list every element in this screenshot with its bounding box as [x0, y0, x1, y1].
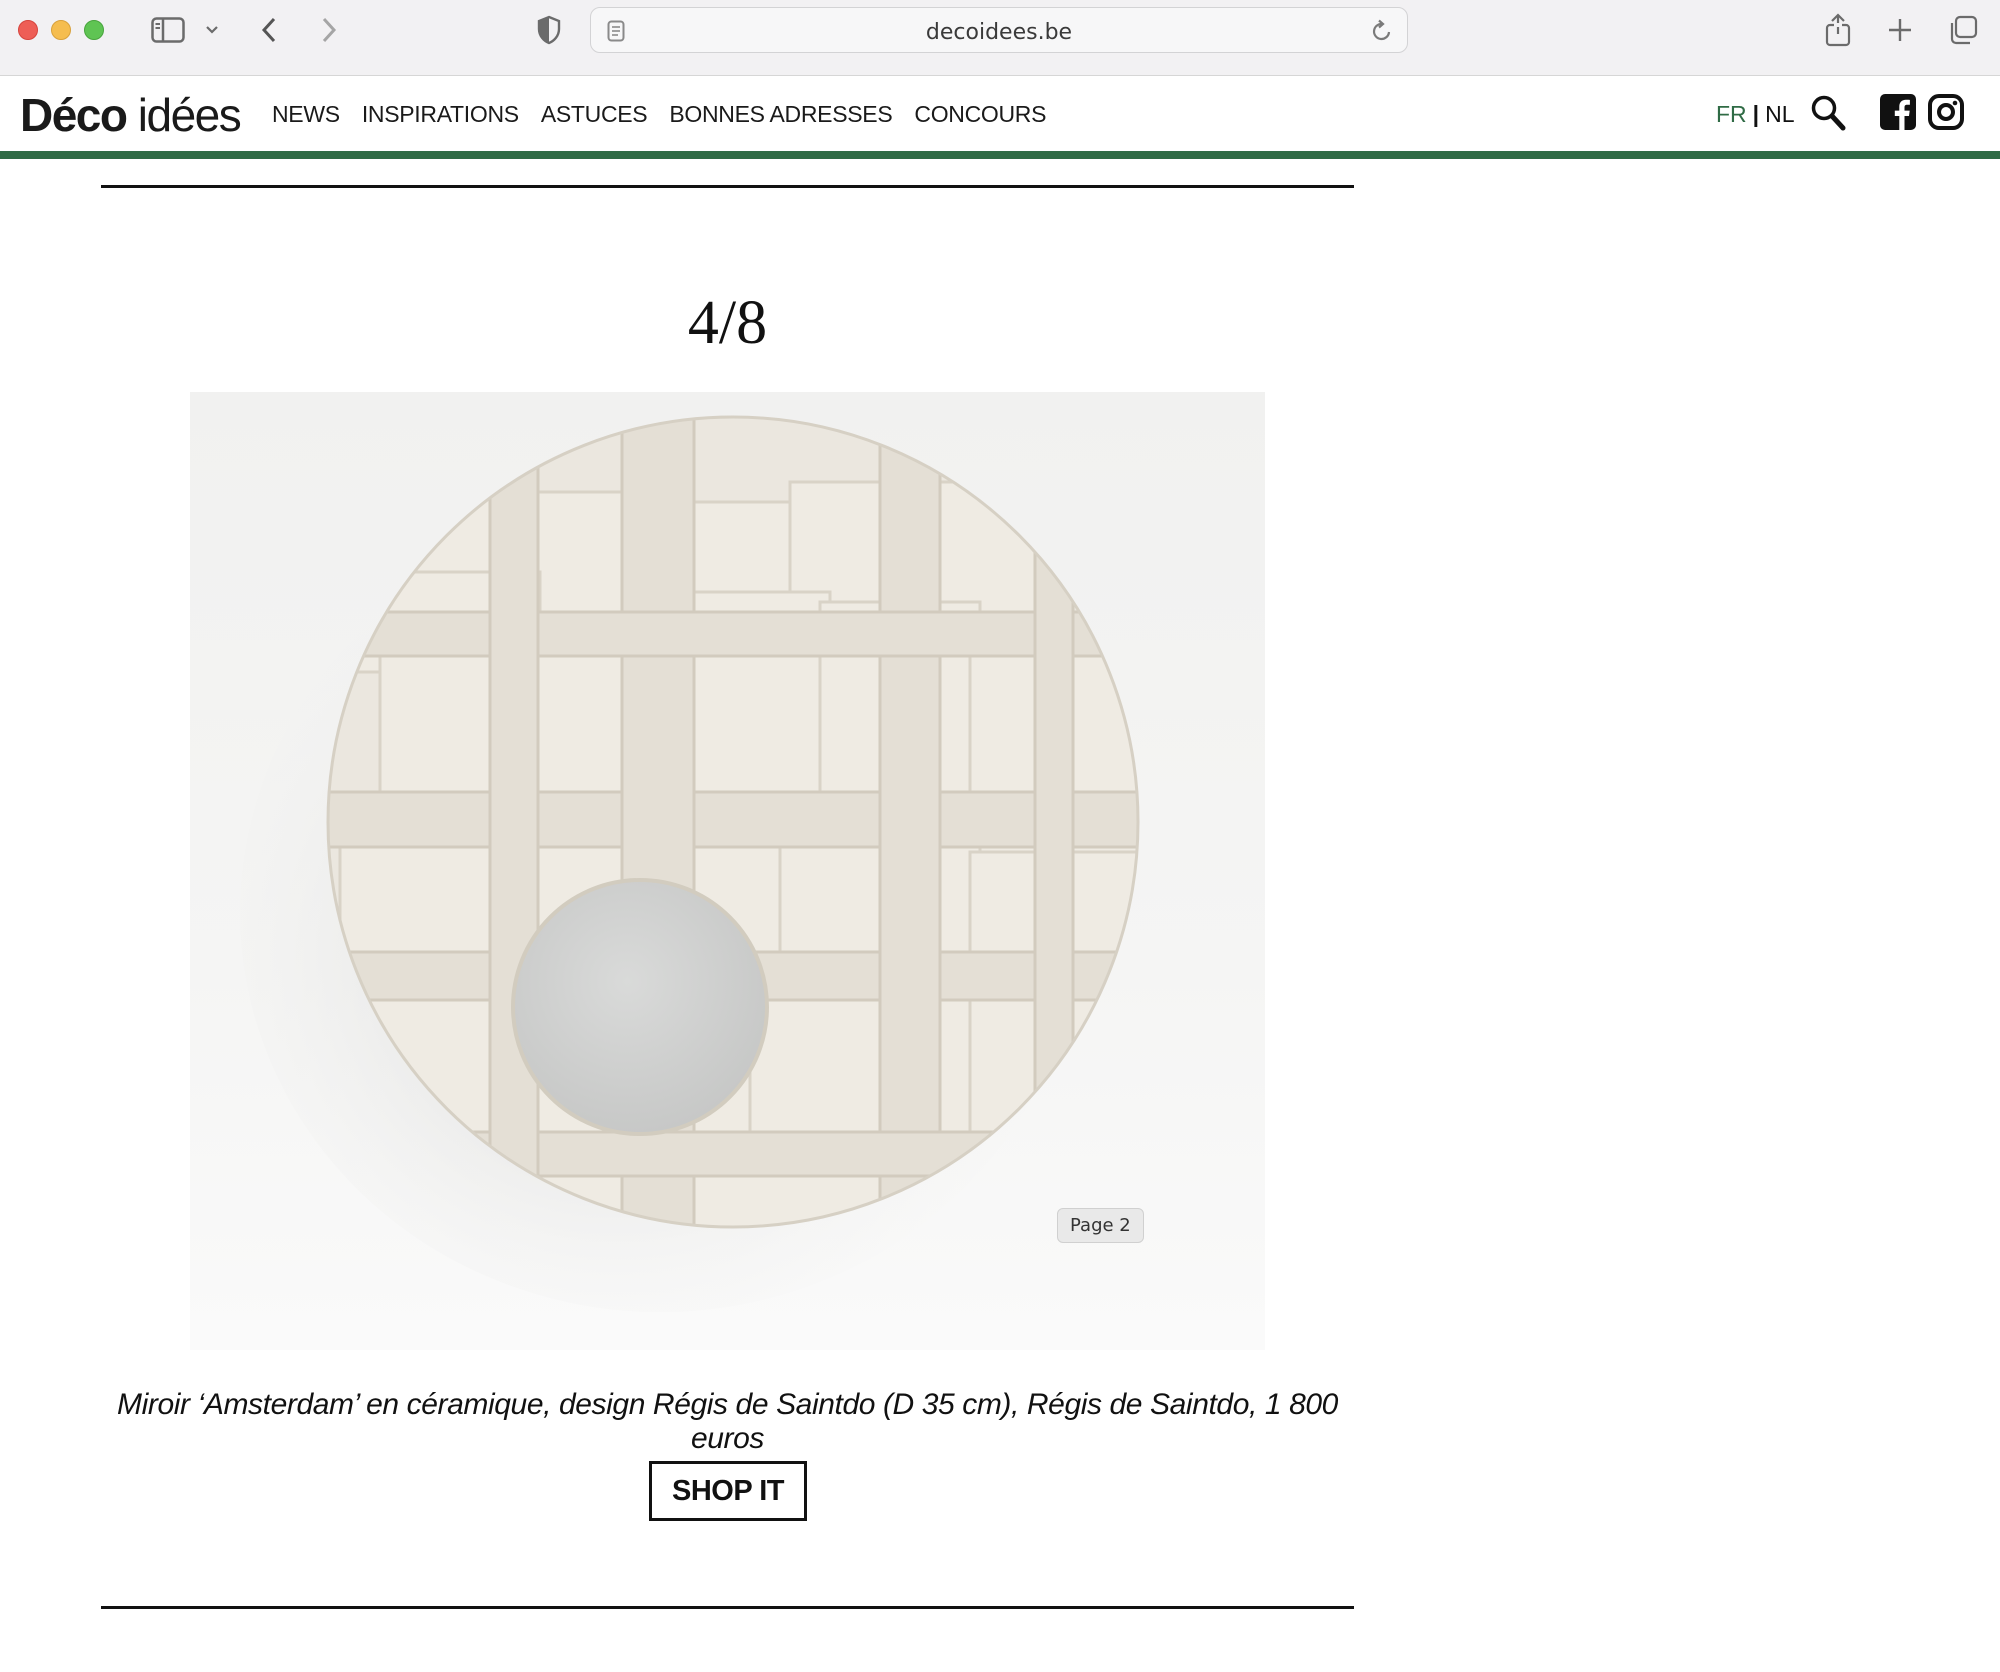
nav-astuces[interactable]: ASTUCES — [541, 101, 648, 128]
sidebar-toggle-icon[interactable] — [148, 10, 188, 50]
zoom-window-button[interactable] — [84, 20, 104, 40]
logo-bold-text: Déco — [20, 89, 128, 141]
bottom-divider — [101, 1606, 1354, 1609]
nav-inspirations[interactable]: INSPIRATIONS — [362, 101, 519, 128]
privacy-shield-icon[interactable] — [533, 10, 565, 50]
site-logo[interactable]: Déco idées — [20, 88, 242, 142]
reload-icon[interactable] — [1371, 19, 1393, 48]
product-image[interactable] — [190, 392, 1265, 1350]
header-accent-bar — [0, 151, 2000, 159]
lang-fr[interactable]: FR — [1716, 101, 1747, 127]
url-text: decoidees.be — [925, 20, 1073, 45]
facebook-icon[interactable] — [1880, 94, 1916, 135]
address-bar[interactable]: decoidees.be — [590, 7, 1408, 53]
browser-toolbar: decoidees.be — [0, 0, 2000, 76]
logo-light-text: idées — [137, 89, 242, 141]
slide-counter: 4/8 — [687, 289, 768, 357]
lang-nl[interactable]: NL — [1765, 101, 1794, 127]
minimize-window-button[interactable] — [51, 20, 71, 40]
close-window-button[interactable] — [18, 20, 38, 40]
forward-icon[interactable] — [314, 10, 344, 50]
shop-it-button[interactable]: SHOP IT — [649, 1461, 807, 1521]
search-icon[interactable] — [1810, 94, 1846, 137]
page-badge: Page 2 — [1057, 1208, 1144, 1243]
slide-caption: Miroir ‘Amsterdam’ en céramique, design … — [117, 1388, 1338, 1455]
lang-separator: | — [1752, 101, 1760, 127]
language-switcher: FR | NL — [1716, 101, 1795, 128]
chevron-down-icon[interactable] — [200, 10, 224, 50]
nav-concours[interactable]: CONCOURS — [914, 101, 1046, 128]
top-divider — [101, 185, 1354, 188]
share-icon[interactable] — [1822, 10, 1854, 50]
nav-news[interactable]: NEWS — [272, 101, 340, 128]
back-icon[interactable] — [254, 10, 284, 50]
instagram-icon[interactable] — [1928, 94, 1964, 135]
main-nav: NEWS INSPIRATIONS ASTUCES BONNES ADRESSE… — [272, 101, 1068, 128]
new-tab-icon[interactable] — [1884, 10, 1916, 50]
nav-bonnes-adresses[interactable]: BONNES ADRESSES — [669, 101, 892, 128]
tab-overview-icon[interactable] — [1946, 10, 1980, 50]
